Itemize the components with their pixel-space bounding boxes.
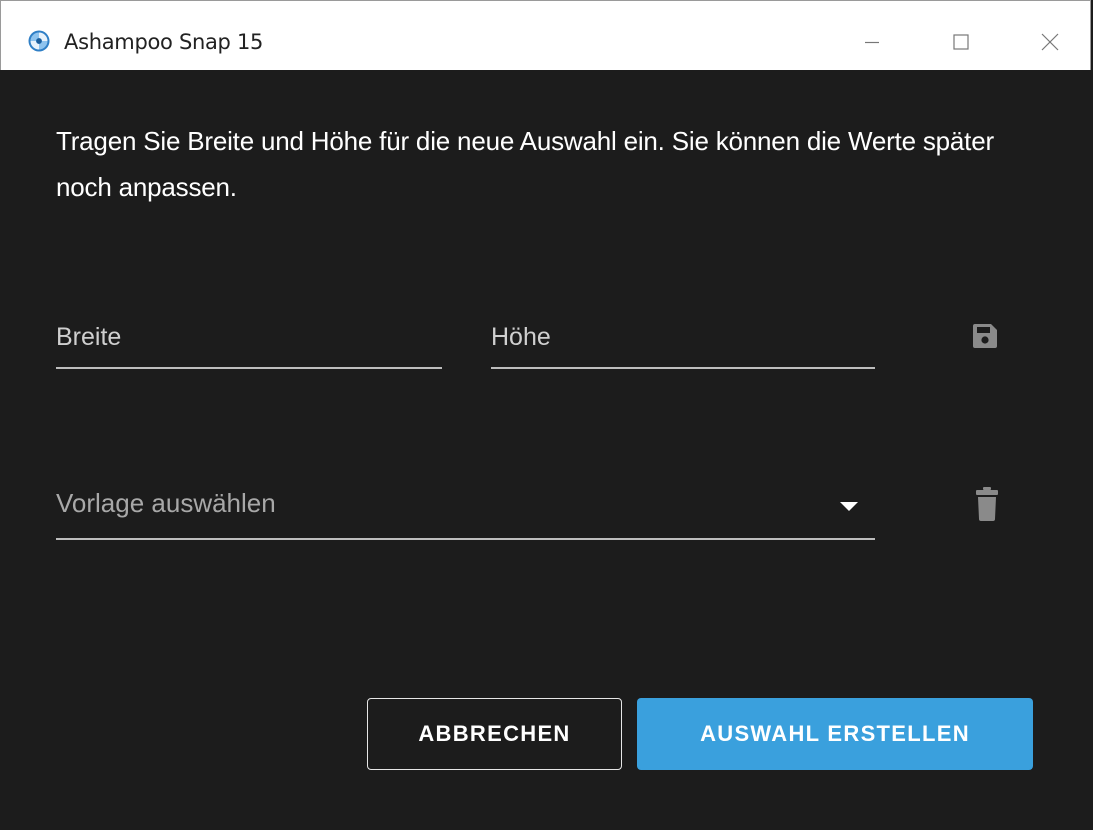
close-icon bbox=[1041, 33, 1059, 51]
ashampoo-snap-logo-icon bbox=[28, 30, 50, 52]
save-template-button[interactable] bbox=[960, 316, 1010, 356]
window-title: Ashampoo Snap 15 bbox=[64, 30, 264, 54]
create-selection-button[interactable]: AUSWAHL ERSTELLEN bbox=[637, 698, 1033, 770]
cancel-button[interactable]: ABBRECHEN bbox=[367, 698, 622, 770]
height-input[interactable] bbox=[491, 307, 875, 367]
minimize-button[interactable] bbox=[849, 23, 895, 61]
maximize-button[interactable] bbox=[938, 23, 984, 61]
width-input[interactable] bbox=[56, 307, 442, 367]
instruction-text: Tragen Sie Breite und Höhe für die neue … bbox=[56, 126, 994, 202]
title-bar[interactable]: Ashampoo Snap 15 bbox=[0, 0, 1091, 70]
height-field[interactable] bbox=[491, 307, 875, 369]
minimize-icon bbox=[865, 41, 879, 44]
close-button[interactable] bbox=[1027, 23, 1073, 61]
dialog-body: Tragen Sie Breite und Höhe für die neue … bbox=[0, 70, 1093, 830]
save-icon bbox=[973, 324, 997, 348]
delete-template-button[interactable] bbox=[962, 482, 1012, 526]
template-select[interactable]: Vorlage auswählen bbox=[56, 474, 875, 540]
chevron-down-icon bbox=[840, 502, 858, 511]
maximize-icon bbox=[953, 34, 969, 50]
app-window: Ashampoo Snap 15 Tragen Sie Breite und H… bbox=[0, 0, 1093, 830]
template-select-placeholder: Vorlage auswählen bbox=[56, 488, 276, 518]
width-field[interactable] bbox=[56, 307, 442, 369]
trash-icon bbox=[976, 487, 998, 521]
